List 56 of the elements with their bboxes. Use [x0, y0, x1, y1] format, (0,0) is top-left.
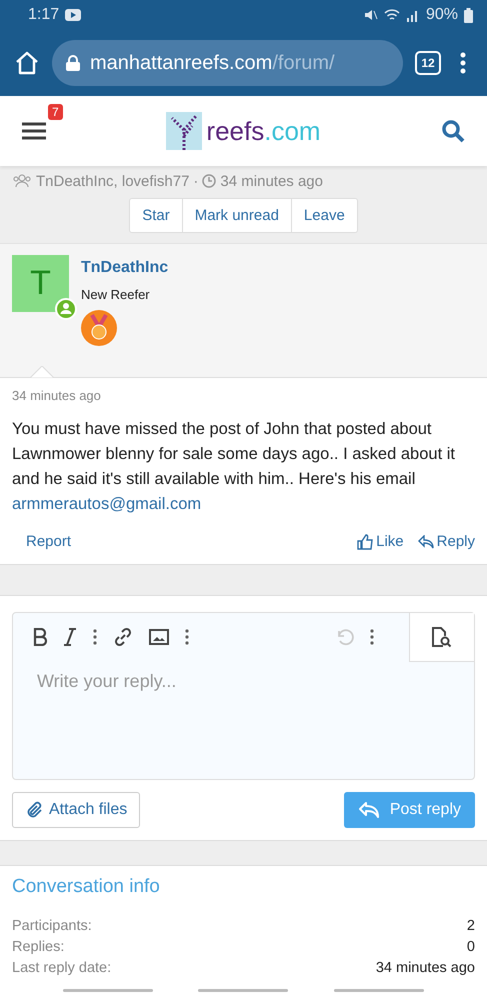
section-title: Conversation info — [12, 876, 161, 898]
info-value: 0 — [466, 938, 475, 957]
attach-files-button[interactable]: Attach files — [12, 792, 140, 828]
avatar[interactable]: T — [12, 255, 69, 312]
author-link[interactable]: TnDeathInc — [81, 259, 168, 276]
mute-icon — [364, 8, 378, 22]
link-icon[interactable] — [113, 627, 133, 647]
image-icon[interactable] — [149, 629, 169, 645]
info-label: Participants: — [12, 917, 92, 936]
post-date: 34 minutes ago — [12, 388, 102, 403]
battery-icon — [464, 8, 473, 22]
reply-input[interactable]: Write your reply... — [13, 661, 361, 702]
search-icon[interactable] — [441, 119, 465, 143]
reply-icon — [358, 801, 380, 819]
tab-count-button[interactable]: 12 — [415, 51, 441, 75]
more-icon[interactable] — [185, 629, 189, 645]
menu-icon[interactable] — [22, 121, 46, 141]
info-value: 34 minutes ago — [376, 959, 475, 978]
action-button[interactable]: Mark unread — [182, 198, 292, 233]
info-label: Replies: — [12, 938, 64, 957]
notification-badge: 7 — [48, 104, 63, 120]
medal-icon[interactable] — [81, 310, 117, 346]
address-bar[interactable]: manhattanreefs.com/forum/ — [52, 40, 403, 86]
paperclip-icon — [25, 801, 43, 819]
logo-icon — [166, 112, 202, 150]
logo-text: reefs.com — [206, 116, 321, 146]
status-time: 1:17 — [28, 6, 60, 24]
report-link[interactable]: Report — [26, 533, 72, 550]
wifi-icon — [384, 8, 400, 22]
reply-icon — [418, 534, 434, 548]
thumbs-up-icon — [357, 534, 374, 550]
action-button[interactable]: Leave — [292, 198, 358, 233]
info-value: 2 — [466, 917, 475, 936]
reply-link[interactable]: Reply — [418, 533, 475, 550]
info-label: Last reply date: — [12, 959, 112, 978]
more-icon[interactable] — [370, 629, 374, 645]
separator-dot: · — [193, 172, 198, 190]
reply-editor[interactable]: Write your reply... — [12, 612, 475, 780]
user-title: New Reefer — [81, 287, 151, 302]
more-icon[interactable] — [93, 629, 97, 645]
home-icon[interactable] — [14, 50, 40, 76]
conversation-time: 34 minutes ago — [220, 172, 323, 190]
battery-level: 90% — [426, 6, 458, 24]
participants-text: TnDeathInc, lovefish77 — [36, 172, 190, 190]
italic-icon[interactable] — [63, 628, 77, 646]
users-icon — [12, 174, 32, 188]
like-link[interactable]: Like — [357, 533, 404, 550]
action-button[interactable]: Star — [129, 198, 183, 233]
post-body: You must have missed the post of John that posted about Lawnmower blenny for sale some days ago.. I asked about it and he said it's still available with him.. Here's his email armmerautos@gmail.com — [12, 419, 456, 515]
signal-icon — [406, 8, 420, 22]
video-icon — [65, 9, 82, 21]
email-link[interactable]: armmerautos@gmail.com — [12, 495, 202, 513]
lock-icon — [66, 55, 80, 71]
bold-icon[interactable] — [33, 628, 47, 646]
preview-icon[interactable] — [431, 626, 453, 648]
clock-icon — [202, 174, 216, 188]
